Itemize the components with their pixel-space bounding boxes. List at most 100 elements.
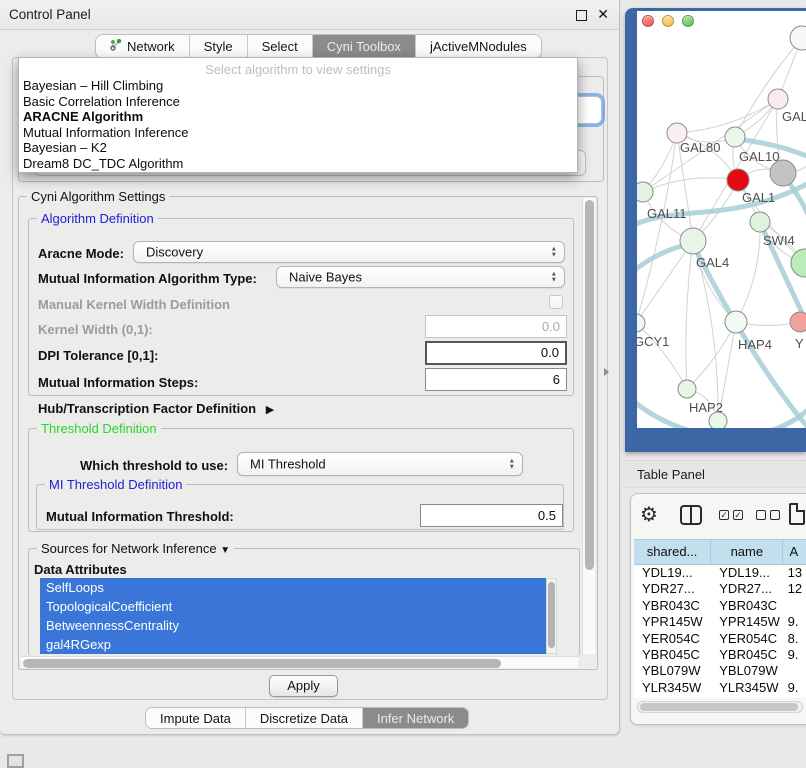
- mi-steps-field[interactable]: 6: [425, 368, 567, 391]
- zoom-traffic-light-icon[interactable]: [682, 15, 694, 27]
- table-row[interactable]: YDR27...YDR27...12: [634, 581, 806, 597]
- control-panel-window: Control Panel ✕ NetworkStyleSelectCyni T…: [0, 0, 620, 735]
- data-attribute-option-betweennesscentrality[interactable]: BetweennessCentrality: [40, 616, 546, 635]
- which-threshold-label: Which threshold to use:: [80, 458, 228, 473]
- tab-style[interactable]: Style: [190, 35, 248, 58]
- network-node-gal1[interactable]: [727, 169, 749, 191]
- columns-icon[interactable]: [680, 505, 702, 525]
- tab-jactivemnodules[interactable]: jActiveMNodules: [416, 35, 541, 58]
- aracne-mode-combobox[interactable]: Discovery ▲▼: [133, 241, 565, 263]
- float-window-icon[interactable]: [576, 10, 587, 21]
- aracne-mode-label: Aracne Mode:: [38, 246, 124, 261]
- dpi-tolerance-field[interactable]: 0.0: [425, 341, 567, 365]
- table-cell: 9: [784, 696, 806, 698]
- network-edge[interactable]: [686, 241, 693, 389]
- network-node-gcy1[interactable]: [637, 314, 645, 332]
- tab-discretize-data[interactable]: Discretize Data: [246, 708, 363, 728]
- data-attribute-option-topologicalcoefficient[interactable]: TopologicalCoefficient: [40, 597, 546, 616]
- data-attribute-option-selfloops[interactable]: SelfLoops: [40, 578, 546, 597]
- window-title: Control Panel: [9, 7, 91, 22]
- network-node[interactable]: [770, 160, 796, 186]
- table-cell: YLR345W: [711, 680, 783, 696]
- column-header-name[interactable]: name: [711, 540, 783, 564]
- tab-cyni-toolbox[interactable]: Cyni Toolbox: [313, 35, 416, 58]
- manual-kernel-checkbox[interactable]: [549, 295, 563, 309]
- mi-threshold-field[interactable]: 0.5: [420, 504, 563, 527]
- node-label: GAL80: [680, 140, 720, 155]
- network-node[interactable]: [709, 412, 727, 428]
- table-row[interactable]: YBR043CYBR043C: [634, 598, 806, 614]
- algorithm-option-mutual-information-inference[interactable]: Mutual Information Inference: [19, 125, 577, 141]
- data-attributes-list: SelfLoopsTopologicalCoefficientBetweenne…: [40, 578, 546, 654]
- table-cell: YPR145W: [634, 614, 711, 630]
- close-traffic-light-icon[interactable]: [642, 15, 654, 27]
- deselect-all-checkboxes-icon[interactable]: [756, 510, 780, 520]
- minimize-traffic-light-icon[interactable]: [662, 15, 674, 27]
- mi-type-combobox[interactable]: Naive Bayes ▲▼: [276, 266, 565, 288]
- combo-stepper-icon: ▲▼: [551, 247, 557, 258]
- network-edge[interactable]: [677, 99, 778, 133]
- settings-vertical-scrollbar[interactable]: [582, 198, 595, 654]
- table-cell: 9.: [784, 614, 806, 630]
- table-row[interactable]: YLR345WYLR345W9.: [634, 680, 806, 696]
- mi-type-value: Naive Bayes: [289, 270, 362, 285]
- algorithm-option-bayesian-k2[interactable]: Bayesian – K2: [19, 140, 577, 156]
- table-row[interactable]: YDL19...YDL19...13: [634, 565, 806, 581]
- tab-select[interactable]: Select: [248, 35, 313, 58]
- kernel-width-field[interactable]: 0.0: [425, 315, 567, 338]
- select-all-checkboxes-icon[interactable]: ✓ ✓: [719, 510, 743, 520]
- network-node-gal4[interactable]: [680, 228, 706, 254]
- attributes-list-scrollbar[interactable]: [546, 578, 557, 654]
- algorithm-option-bayesian-hill-climbing[interactable]: Bayesian – Hill Climbing: [19, 78, 577, 94]
- algorithm-option-basic-correlation-inference[interactable]: Basic Correlation Inference: [19, 94, 577, 110]
- network-node-gal11[interactable]: [637, 182, 653, 202]
- settings-horizontal-scrollbar[interactable]: [21, 656, 578, 668]
- close-icon[interactable]: ✕: [597, 6, 609, 23]
- table-cell: 8.: [784, 631, 806, 647]
- splitter-collapse-icon[interactable]: [604, 368, 609, 376]
- network-node-hap4[interactable]: [725, 311, 747, 333]
- table-row[interactable]: YPR145WYPR145W9.: [634, 614, 806, 630]
- kernel-width-label: Kernel Width (0,1):: [38, 322, 153, 337]
- network-node-gal[interactable]: [768, 89, 788, 109]
- export-table-icon[interactable]: [789, 503, 805, 525]
- table-horizontal-scrollbar[interactable]: [637, 701, 803, 713]
- table-row[interactable]: YBL079WYBL079W: [634, 663, 806, 679]
- network-node[interactable]: [790, 26, 806, 50]
- column-header-a[interactable]: A: [783, 540, 806, 564]
- tab-network[interactable]: Network: [96, 35, 190, 58]
- network-node[interactable]: [791, 249, 806, 277]
- algorithm-option-dream8-dc-tdc-algorithm[interactable]: Dream8 DC_TDC Algorithm: [19, 156, 577, 172]
- table-row[interactable]: YER054CYER054C8.: [634, 631, 806, 647]
- network-node-gal10[interactable]: [725, 127, 745, 147]
- node-label: GCY1: [637, 334, 669, 349]
- dock-panel-icon[interactable]: [7, 754, 24, 768]
- sources-legend[interactable]: Sources for Network Inference ▼: [37, 541, 234, 556]
- tab-infer-network[interactable]: Infer Network: [363, 708, 468, 728]
- algorithm-option-aracne-algorithm[interactable]: ARACNE Algorithm: [19, 109, 577, 125]
- network-node-swi4[interactable]: [750, 212, 770, 232]
- data-attribute-option-gal4rgexp[interactable]: gal4RGexp: [40, 635, 546, 654]
- table-row[interactable]: YIL052CYIL052C9: [634, 696, 806, 698]
- network-view-window: GALGAL80GAL10GAL1GAL11SWI4GAL4GCY1HAP4YH…: [625, 8, 806, 452]
- column-header-shared[interactable]: shared...: [634, 540, 711, 564]
- table-row[interactable]: YBR045CYBR045C9.: [634, 647, 806, 663]
- table-cell: YDL19...: [634, 565, 711, 581]
- network-edge[interactable]: [637, 323, 687, 389]
- mi-threshold-definition-legend: MI Threshold Definition: [45, 477, 186, 492]
- network-edge[interactable]: [687, 322, 736, 389]
- gear-icon[interactable]: ⚙: [640, 502, 658, 527]
- network-edge[interactable]: [736, 222, 760, 322]
- tab-label: jActiveMNodules: [430, 39, 527, 54]
- table-rows: YDL19...YDL19...13YDR27...YDR27...12YBR0…: [634, 565, 806, 698]
- which-threshold-combobox[interactable]: MI Threshold ▲▼: [237, 452, 523, 476]
- tab-impute-data[interactable]: Impute Data: [146, 708, 246, 728]
- network-node-hap2[interactable]: [678, 380, 696, 398]
- disclosure-right-icon: ▶: [266, 404, 274, 416]
- node-table: shared...nameA YDL19...YDL19...13YDR27..…: [634, 539, 806, 698]
- disclosure-down-icon: ▼: [220, 545, 230, 556]
- apply-button[interactable]: Apply: [269, 675, 338, 697]
- hub-definition-disclosure[interactable]: Hub/Transcription Factor Definition ▶: [38, 401, 274, 416]
- network-node-y[interactable]: [790, 312, 806, 332]
- network-canvas[interactable]: GALGAL80GAL10GAL1GAL11SWI4GAL4GCY1HAP4YH…: [637, 11, 806, 428]
